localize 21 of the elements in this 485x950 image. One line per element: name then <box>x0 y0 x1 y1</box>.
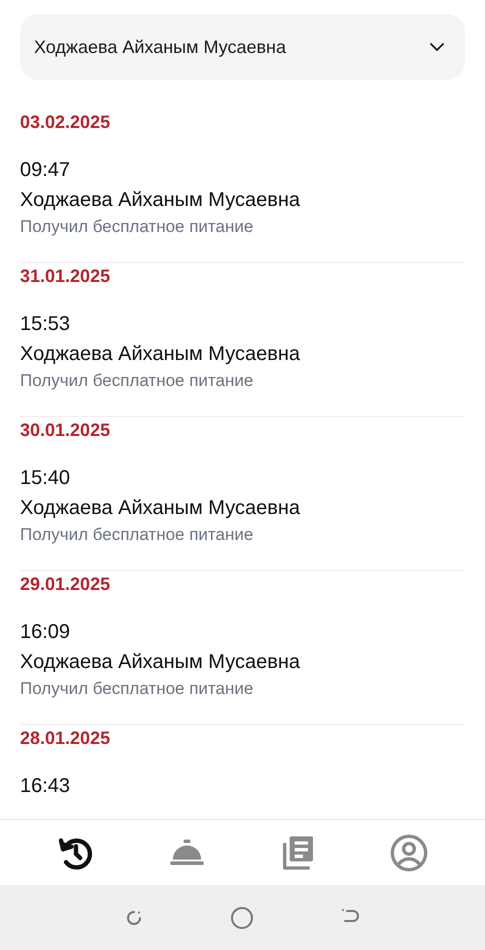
person-name: Ходжаева Айханым Мусаевна <box>20 650 302 674</box>
person-name: Ходжаева Айханым Мусаевна <box>20 496 302 520</box>
person-name: Ходжаева Айханым Мусаевна <box>20 188 302 212</box>
date-heading: 29.01.2025 <box>20 572 112 596</box>
time-text: 15:40 <box>20 466 72 490</box>
date-heading: 31.01.2025 <box>20 264 112 288</box>
date-heading: 28.01.2025 <box>20 726 112 750</box>
date-heading: 30.01.2025 <box>20 418 112 442</box>
status-text: Получил бесплатное питание <box>20 678 254 700</box>
time-text: 09:47 <box>20 158 72 182</box>
time-text: 16:09 <box>20 620 72 644</box>
status-text: Получил бесплатное питание <box>20 216 254 238</box>
status-text: Получил бесплатное питание <box>20 370 254 392</box>
time-text: 15:53 <box>20 312 72 336</box>
status-text: Получил бесплатное питание <box>20 524 254 546</box>
date-heading: 03.02.2025 <box>20 110 112 134</box>
time-text: 16:43 <box>20 774 72 798</box>
profile-icon <box>389 832 430 872</box>
person-dropdown[interactable]: Ходжаева Айханым Мусаевна <box>20 14 465 80</box>
person-name: Ходжаева Айханым Мусаевна <box>20 342 302 366</box>
home-nav-icon[interactable] <box>230 906 254 930</box>
